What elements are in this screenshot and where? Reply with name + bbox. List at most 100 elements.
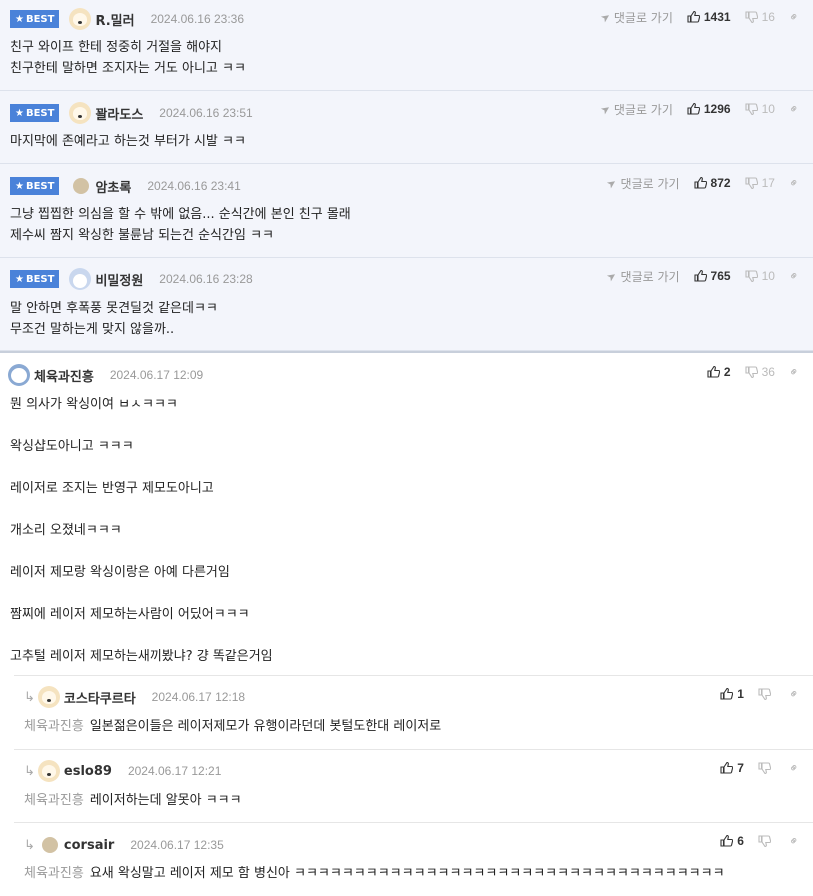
- link-icon[interactable]: ⚭: [785, 174, 802, 191]
- best-badge: ★ BEST: [10, 270, 60, 288]
- author-nick[interactable]: 암초록: [95, 177, 131, 196]
- upvote-button[interactable]: 1: [720, 687, 744, 701]
- downvote-button[interactable]: [758, 688, 775, 700]
- star-icon: ★: [15, 107, 24, 119]
- downvote-button[interactable]: 10: [745, 269, 775, 283]
- thumbs-down-icon: [745, 270, 758, 282]
- comment-line: 제수씨 짬지 왁싱한 불륜남 되는건 순식간임 ㅋㅋ: [10, 228, 274, 243]
- author-nick[interactable]: 체육과진흥: [34, 366, 94, 385]
- upvote-count: 7: [737, 761, 744, 775]
- comment-paragraph: 개소리 오졌네ㅋㅋㅋ: [10, 523, 122, 538]
- upvote-button[interactable]: 872: [693, 176, 731, 190]
- reply-text: 레이저하는데 알못아 ㅋㅋㅋ: [89, 793, 242, 808]
- star-icon: ★: [15, 13, 24, 25]
- link-icon[interactable]: ⚭: [785, 363, 802, 380]
- reply: ↳ eslo89 2024.06.17 12:21 7 ⚭ 체육과진흥 레이저하는…: [14, 749, 813, 822]
- comment-actions: ➤ 댓글로 가기 1431 16 ⚭: [597, 7, 803, 27]
- comment-paragraph: 레이저로 조지는 반영구 제모도아니고: [10, 481, 214, 496]
- send-icon: ➤: [597, 9, 613, 25]
- author-nick[interactable]: eslo89: [64, 764, 112, 779]
- downvote-button[interactable]: 36: [745, 365, 775, 379]
- goto-reply-label: 댓글로 가기: [620, 176, 680, 191]
- reply-arrow-icon: ↳: [24, 689, 35, 705]
- goto-reply-label: 댓글로 가기: [613, 10, 673, 25]
- seal-icon[interactable]: [8, 364, 30, 386]
- comment-actions: 7 ⚭: [720, 758, 802, 778]
- comment-line: 마지막에 존예라고 하는것 부터가 시발 ㅋㅋ: [10, 134, 246, 149]
- upvote-count: 872: [710, 176, 731, 190]
- comment-date: 2024.06.16 23:41: [147, 179, 241, 193]
- downvote-button[interactable]: 10: [745, 102, 775, 116]
- author-nick[interactable]: corsair: [64, 838, 114, 853]
- star-icon: ★: [15, 273, 24, 285]
- upvote-button[interactable]: 765: [693, 269, 731, 283]
- upvote-button[interactable]: 6: [720, 834, 744, 848]
- comment-body: 친구 와이프 한테 정중히 거절을 해야지 친구한테 말하면 조지자는 거도 아…: [10, 37, 246, 79]
- best-comment: ★ BEST R.밀러 2024.06.16 23:36 ➤ 댓글로 가기 1431…: [0, 0, 813, 91]
- mention-nick[interactable]: 체육과진흥: [24, 866, 84, 881]
- downvote-button[interactable]: 16: [745, 10, 775, 24]
- goto-reply-label: 댓글로 가기: [620, 269, 680, 284]
- comment-meta: ★ BEST 꽐라도스 2024.06.16 23:51: [10, 102, 253, 124]
- downvote-count: 10: [761, 269, 775, 283]
- comment-meta: ↳ 코스타쿠르타 2024.06.17 12:18: [24, 686, 246, 708]
- author-nick[interactable]: R.밀러: [95, 10, 134, 29]
- link-icon[interactable]: ⚭: [785, 759, 802, 776]
- blob-icon[interactable]: [73, 178, 90, 194]
- upvote-button[interactable]: 1296: [687, 102, 731, 116]
- mention-nick[interactable]: 체육과진흥: [24, 793, 84, 808]
- author-nick[interactable]: 꽐라도스: [95, 104, 143, 123]
- best-badge: ★ BEST: [10, 10, 60, 28]
- comment: 체육과진흥 2024.06.17 12:09 2 36 ⚭ 뭔 의사가 왁싱이여…: [0, 353, 813, 675]
- comment-body: 말 안하면 후폭풍 못견딜것 같은데ㅋㅋ 무조건 말하는게 맞지 않을까..: [10, 298, 218, 340]
- comment-meta: 체육과진흥 2024.06.17 12:09: [8, 364, 203, 386]
- link-icon[interactable]: ⚭: [785, 685, 802, 702]
- link-icon[interactable]: ⚭: [785, 832, 802, 849]
- goto-reply-button[interactable]: ➤ 댓글로 가기: [604, 175, 680, 192]
- goto-reply-button[interactable]: ➤ 댓글로 가기: [597, 101, 673, 118]
- comment-meta: ↳ corsair 2024.06.17 12:35: [24, 835, 224, 855]
- comment-actions: ➤ 댓글로 가기 765 10 ⚭: [604, 266, 802, 286]
- thumbs-down-icon: [758, 762, 771, 774]
- upvote-button[interactable]: 7: [720, 761, 744, 775]
- thumbs-up-icon: [720, 835, 734, 847]
- comment-date: 2024.06.17 12:35: [130, 838, 224, 852]
- goto-reply-label: 댓글로 가기: [613, 102, 673, 117]
- reply: ↳ corsair 2024.06.17 12:35 6 ⚭ 체육과진흥 요새 왁…: [14, 822, 813, 896]
- upvote-button[interactable]: 2: [707, 365, 731, 379]
- comment-meta: ★ BEST R.밀러 2024.06.16 23:36: [10, 8, 244, 30]
- best-comment: ★ BEST 비밀정원 2024.06.16 23:28 ➤ 댓글로 가기 765 …: [0, 258, 813, 351]
- link-icon[interactable]: ⚭: [785, 100, 802, 117]
- goto-reply-button[interactable]: ➤ 댓글로 가기: [597, 9, 673, 26]
- author-nick[interactable]: 코스타쿠르타: [64, 688, 136, 707]
- downvote-button[interactable]: [758, 835, 775, 847]
- comment-actions: 1 ⚭: [720, 684, 802, 704]
- downvote-button[interactable]: [758, 762, 775, 774]
- upvote-count: 1431: [703, 10, 731, 24]
- dog-icon[interactable]: [69, 102, 92, 124]
- comment-line: 친구한테 말하면 조지자는 거도 아니고 ㅋㅋ: [10, 61, 246, 76]
- mention-nick[interactable]: 체육과진흥: [24, 719, 84, 734]
- comment-paragraph: 왁싱샵도아니고 ㅋㅋㅋ: [10, 439, 134, 454]
- upvote-button[interactable]: 1431: [687, 10, 731, 24]
- downvote-button[interactable]: 17: [745, 176, 775, 190]
- dog-icon[interactable]: [37, 686, 60, 708]
- comment-date: 2024.06.16 23:28: [159, 272, 253, 286]
- downvote-count: 16: [761, 10, 775, 24]
- blob-icon[interactable]: [41, 837, 58, 853]
- link-icon[interactable]: ⚭: [785, 8, 802, 25]
- comment-line: 그냥 찝찝한 의심을 할 수 밖에 없음... 순식간에 본인 친구 몰래: [10, 207, 351, 222]
- goto-reply-button[interactable]: ➤ 댓글로 가기: [604, 268, 680, 285]
- author-nick[interactable]: 비밀정원: [95, 270, 143, 289]
- comment-date: 2024.06.16 23:51: [159, 106, 253, 120]
- thumbs-down-icon: [758, 688, 771, 700]
- dog-icon[interactable]: [37, 760, 60, 782]
- send-icon: ➤: [604, 268, 620, 284]
- bear-icon[interactable]: [69, 268, 92, 290]
- best-label: BEST: [25, 180, 55, 192]
- best-label: BEST: [25, 273, 55, 285]
- comment-date: 2024.06.17 12:18: [151, 690, 246, 704]
- dog-icon[interactable]: [69, 8, 92, 30]
- send-icon: ➤: [597, 101, 613, 117]
- link-icon[interactable]: ⚭: [785, 267, 802, 284]
